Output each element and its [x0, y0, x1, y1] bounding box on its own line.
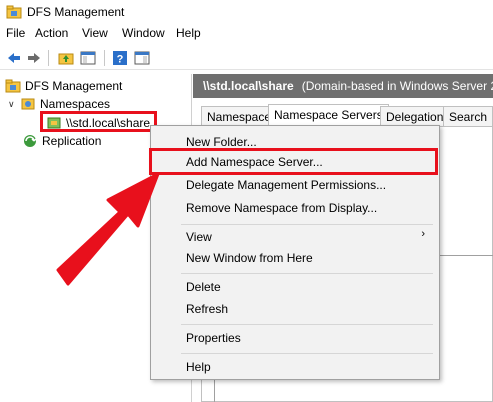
menu-separator — [181, 324, 433, 325]
menu-item-help[interactable]: Help — [186, 360, 211, 374]
tab-namespace[interactable]: Namespace — [201, 106, 278, 126]
tab-namespace-servers[interactable]: Namespace Servers — [268, 104, 389, 126]
forward-arrow-icon[interactable] — [26, 50, 42, 66]
tree-item-label: Namespaces — [40, 97, 111, 111]
tree-item-label: DFS Management — [25, 79, 123, 93]
up-folder-icon[interactable] — [58, 50, 74, 66]
chevron-down-icon[interactable]: ∨ — [8, 99, 15, 110]
menu-item-view[interactable]: View — [186, 230, 212, 244]
show-hide-tree-icon[interactable] — [80, 50, 96, 66]
tab-delegation[interactable]: Delegation — [380, 106, 450, 126]
namespaces-icon — [21, 98, 35, 110]
menu-item-delete[interactable]: Delete — [186, 280, 221, 294]
menu-item-refresh[interactable]: Refresh — [186, 302, 228, 316]
tab-search[interactable]: Search — [443, 106, 493, 126]
details-header: \\std.local\share (Domain-based in Windo… — [193, 74, 493, 98]
tree-item-replication[interactable]: Replication — [22, 133, 101, 149]
tree-item-namespaces[interactable]: Namespaces — [20, 96, 110, 112]
share-highlight-box — [40, 111, 157, 132]
back-arrow-icon[interactable] — [6, 50, 22, 66]
menu-item-new-folder[interactable]: New Folder... — [186, 135, 257, 149]
dfs-management-icon — [5, 79, 21, 93]
svg-text:?: ? — [117, 54, 124, 66]
tree-item-dfs-management[interactable]: DFS Management — [5, 78, 122, 94]
menu-separator — [181, 273, 433, 274]
menu-file[interactable]: File — [4, 26, 27, 40]
help-icon[interactable]: ? — [112, 50, 128, 66]
menu-separator — [181, 224, 433, 225]
menu-window[interactable]: Window — [120, 26, 167, 40]
add-server-highlight-box — [149, 148, 438, 175]
menu-bar: File Action View Window Help — [0, 24, 493, 44]
menu-item-new-window[interactable]: New Window from Here — [186, 251, 313, 265]
title-bar: DFS Management — [0, 0, 493, 24]
properties-icon[interactable] — [134, 50, 150, 66]
submenu-arrow-icon: › — [421, 228, 425, 240]
toolbar-separator — [104, 50, 105, 66]
replication-icon — [24, 135, 37, 147]
menu-separator — [181, 353, 433, 354]
menu-item-remove-namespace[interactable]: Remove Namespace from Display... — [186, 201, 377, 215]
menu-item-properties[interactable]: Properties — [186, 331, 241, 345]
menu-help[interactable]: Help — [174, 26, 203, 40]
details-header-path: \\std.local\share — [203, 79, 294, 93]
details-header-desc: (Domain-based in Windows Server 2 — [301, 79, 493, 93]
menu-item-delegate-permissions[interactable]: Delegate Management Permissions... — [186, 178, 386, 192]
window-title: DFS Management — [27, 5, 125, 19]
toolbar-separator — [48, 50, 49, 66]
menu-action[interactable]: Action — [33, 26, 70, 40]
menu-view[interactable]: View — [80, 26, 110, 40]
tree-item-label: Replication — [42, 134, 102, 148]
tab-strip: Namespace Namespace Servers Delegation S… — [201, 104, 493, 126]
dfs-management-icon — [6, 5, 22, 19]
toolbar: ? — [0, 46, 493, 70]
